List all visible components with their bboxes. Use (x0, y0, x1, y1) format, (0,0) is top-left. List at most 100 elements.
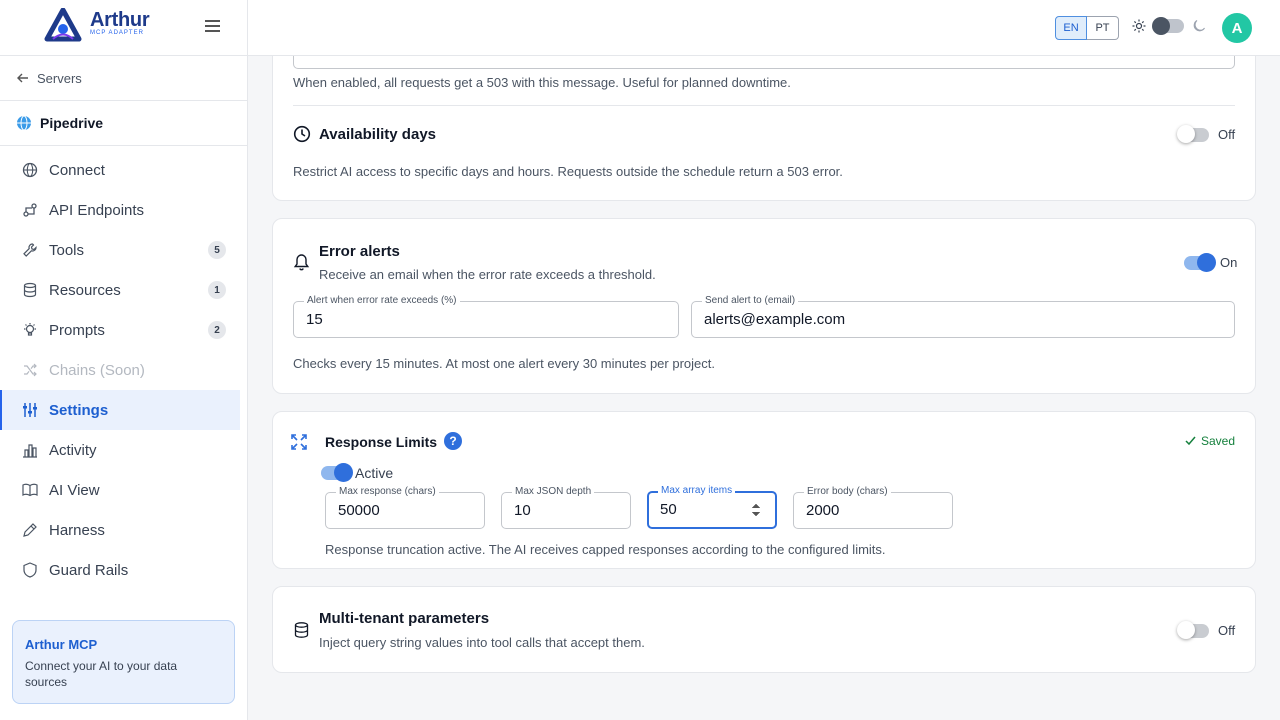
theme-toggle[interactable] (1152, 17, 1184, 35)
max-array-items-field[interactable]: Max array items (647, 485, 777, 529)
sidebar-item-chains: Chains (Soon) (0, 350, 247, 390)
sidebar-item-label: Harness (49, 521, 105, 539)
response-limits-footer: Response truncation active. The AI recei… (325, 542, 886, 557)
moon-icon (1193, 20, 1205, 32)
book-icon (22, 483, 38, 497)
maintenance-message-field[interactable] (293, 56, 1235, 69)
maintenance-availability-card: When enabled, all requests get a 503 wit… (272, 56, 1256, 201)
sidebar-item-label: Resources (49, 281, 121, 299)
count-badge: 5 (208, 241, 226, 259)
language-switch: EN PT (1055, 16, 1119, 40)
error-body-label: Error body (chars) (804, 486, 891, 498)
pen-icon (23, 523, 37, 537)
error-alerts-footer: Checks every 15 minutes. At most one ale… (293, 356, 715, 371)
sidebar-item-guard-rails[interactable]: Guard Rails (0, 550, 247, 590)
arrow-left-icon (17, 73, 28, 83)
error-alerts-card: Error alerts Receive an email when the e… (272, 218, 1256, 394)
response-limits-active-label: Active (355, 465, 394, 481)
max-json-depth-field[interactable]: Max JSON depth (501, 486, 631, 529)
saved-label: Saved (1201, 434, 1236, 448)
availability-title: Availability days (319, 126, 436, 143)
availability-description: Restrict AI access to specific days and … (293, 164, 843, 179)
error-alerts-subtitle: Receive an email when the error rate exc… (319, 267, 656, 282)
multi-tenant-toggle[interactable] (1177, 620, 1209, 639)
error-threshold-label: Alert when error rate exceeds (%) (304, 295, 460, 307)
database-icon (294, 622, 309, 638)
globe-icon (17, 115, 31, 131)
error-threshold-input[interactable] (306, 311, 614, 328)
back-label: Servers (37, 70, 82, 86)
sidebar-item-tools[interactable]: Tools 5 (0, 230, 247, 270)
response-limits-card: Response Limits ? Saved Active Max respo… (272, 411, 1256, 569)
brand-subtitle: MCP ADAPTER (90, 30, 144, 36)
multi-tenant-toggle-group: Off (1177, 620, 1236, 639)
error-body-field[interactable]: Error body (chars) (793, 486, 953, 529)
sidebar-item-label: Tools (49, 241, 85, 259)
maintenance-help: When enabled, all requests get a 503 wit… (293, 75, 791, 90)
sidebar-item-activity[interactable]: Activity (0, 430, 247, 470)
language-pt-button[interactable]: PT (1087, 16, 1119, 40)
logo-row: Arthur MCP ADAPTER (0, 0, 247, 56)
count-badge: 1 (208, 281, 226, 299)
max-response-label: Max response (chars) (336, 486, 439, 498)
current-server: Pipedrive (0, 101, 247, 146)
sidebar-item-label: Connect (49, 161, 105, 179)
promo-title: Arthur MCP (25, 637, 98, 652)
help-icon[interactable]: ? (444, 432, 462, 450)
sidebar-item-harness[interactable]: Harness (0, 510, 247, 550)
error-alerts-toggle[interactable] (1184, 252, 1216, 272)
expand-icon (291, 434, 307, 450)
number-stepper-icon[interactable] (751, 502, 761, 518)
menu-toggle-icon[interactable] (205, 20, 220, 34)
saved-indicator: Saved (1185, 434, 1235, 448)
max-response-field[interactable]: Max response (chars) (325, 486, 485, 529)
max-array-items-input[interactable] (660, 501, 730, 518)
brand-name: Arthur (90, 9, 150, 31)
sidebar-item-ai-view[interactable]: AI View (0, 470, 247, 510)
chart-icon (23, 444, 37, 458)
shuffle-icon (24, 363, 37, 377)
sidebar-item-prompts[interactable]: Prompts 2 (0, 310, 247, 350)
shield-icon (23, 562, 37, 578)
sidebar-item-label: API Endpoints (49, 201, 145, 219)
multi-tenant-card: Multi-tenant parameters Inject query str… (272, 586, 1256, 673)
response-limits-toggle[interactable] (321, 463, 353, 482)
wrench-icon (23, 243, 37, 257)
promo-card: Arthur MCP Connect your AI to your data … (12, 620, 235, 704)
sidebar-item-resources[interactable]: Resources 1 (0, 270, 247, 310)
settings-main: When enabled, all requests get a 503 wit… (248, 56, 1280, 720)
promo-text: Connect your AI to your data sources (25, 659, 178, 689)
arthur-logo-icon (44, 8, 82, 42)
sidebar-item-settings[interactable]: Settings (0, 390, 240, 430)
sidebar-item-label: Activity (49, 441, 97, 459)
divider (293, 105, 1235, 106)
availability-toggle[interactable] (1177, 124, 1209, 143)
database-icon (23, 282, 37, 298)
availability-toggle-group: Off (1177, 124, 1235, 143)
error-body-input[interactable] (806, 502, 933, 519)
error-alerts-toggle-label: On (1220, 255, 1238, 270)
sidebar-nav: Connect API Endpoints Tools 5 Resources … (0, 146, 247, 590)
sidebar-item-label: Chains (Soon) (49, 361, 145, 379)
alert-email-field[interactable]: Send alert to (email) (691, 295, 1235, 338)
max-json-depth-input[interactable] (514, 502, 617, 519)
sidebar-item-label: Guard Rails (49, 561, 129, 579)
alert-email-label: Send alert to (email) (702, 295, 799, 307)
response-limits-title: Response Limits (325, 434, 438, 450)
alert-email-input[interactable] (704, 311, 1138, 328)
max-array-items-label: Max array items (658, 485, 736, 497)
topbar: EN PT A (248, 0, 1280, 56)
language-en-button[interactable]: EN (1055, 16, 1087, 40)
error-threshold-field[interactable]: Alert when error rate exceeds (%) (293, 295, 679, 338)
server-name: Pipedrive (40, 115, 104, 131)
sidebar-item-connect[interactable]: Connect (0, 150, 247, 190)
sidebar: Arthur MCP ADAPTER Servers Pipedrive Con… (0, 0, 248, 720)
sidebar-item-api-endpoints[interactable]: API Endpoints (0, 190, 247, 230)
api-icon (23, 203, 37, 217)
max-response-input[interactable] (338, 502, 465, 519)
multi-tenant-toggle-label: Off (1218, 623, 1236, 638)
user-avatar[interactable]: A (1222, 13, 1252, 43)
sidebar-item-label: Prompts (49, 321, 105, 339)
error-alerts-title: Error alerts (319, 243, 400, 260)
back-to-servers-link[interactable]: Servers (0, 56, 247, 101)
